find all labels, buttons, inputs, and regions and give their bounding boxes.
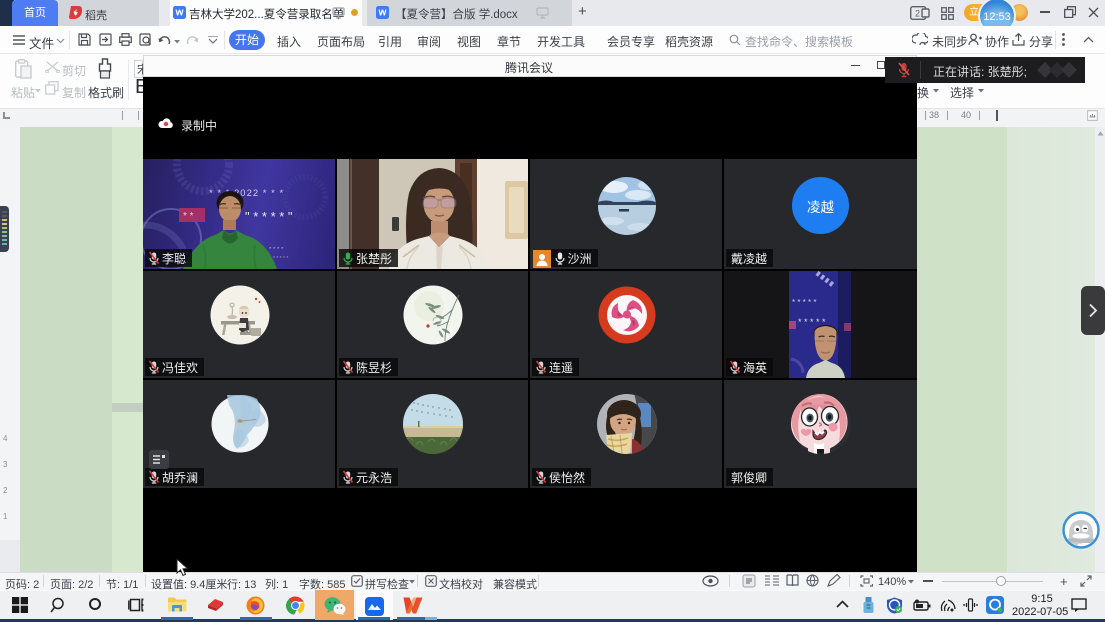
svg-text:* *: * * [183,211,194,222]
svg-text:* * * *: * * * * [269,247,284,253]
svg-text:" * * * * ": " * * * * " [245,209,293,224]
svg-text:* * * * *: * * * * * [792,298,816,307]
svg-text:2: 2 [915,9,920,19]
